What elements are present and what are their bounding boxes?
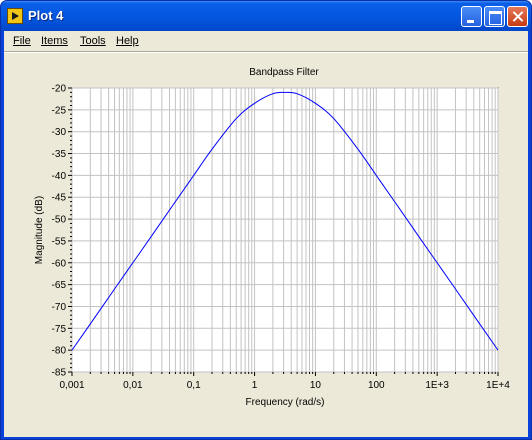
chart-title: Bandpass Filter <box>249 67 319 78</box>
x-tick-label: 0,01 <box>123 380 143 391</box>
x-tick-labels: 0,001 0,01 0,1 1 10 100 1E+3 1E+4 <box>59 380 510 391</box>
minimize-button[interactable] <box>461 6 482 27</box>
y-tick-label: -45 <box>52 193 67 204</box>
y-tick-label: -20 <box>52 84 67 95</box>
x-axis-label: Frequency (rad/s) <box>246 397 325 408</box>
y-tick-label: -60 <box>52 258 67 269</box>
x-tick-label: 1E+4 <box>486 380 510 391</box>
x-tick-label: 100 <box>368 380 385 391</box>
y-tick-label: -85 <box>52 368 67 379</box>
y-tick-label: -65 <box>52 280 67 291</box>
y-tick-label: -80 <box>52 346 67 357</box>
x-tick-label: 0,001 <box>59 380 84 391</box>
y-tick-label: -75 <box>52 324 67 335</box>
plot-window: Plot 4 File Items Tools Help Bandpass Fi… <box>0 0 532 440</box>
y-tick-label: -35 <box>52 149 67 160</box>
y-tick-label: -40 <box>52 171 67 182</box>
title-bar[interactable]: Plot 4 <box>1 1 531 31</box>
y-tick-label: -55 <box>52 236 67 247</box>
x-tick-label: 1E+3 <box>425 380 449 391</box>
window-client-area: File Items Tools Help Bandpass Filter 0,… <box>4 31 528 437</box>
x-tick-label: 0,1 <box>187 380 201 391</box>
labview-app-icon[interactable] <box>7 8 23 24</box>
y-tick-label: -30 <box>52 127 67 138</box>
y-tick-labels: -20 -25 -30 -35 -40 -45 -50 -55 -60 -65 -70 -75 -80 -… <box>52 84 67 379</box>
x-tick-label: 10 <box>310 380 322 391</box>
close-button[interactable] <box>507 6 528 27</box>
bode-magnitude-chart: Bandpass Filter 0,001 0,01 0,1 1 10 100 1E+3 1E… <box>34 67 510 408</box>
window-title: Plot 4 <box>28 8 64 23</box>
y-tick-label: -70 <box>52 302 67 313</box>
y-tick-label: -25 <box>52 105 67 116</box>
y-axis-label: Magnitude (dB) <box>34 196 45 264</box>
x-tick-label: 1 <box>252 380 258 391</box>
maximize-button[interactable] <box>484 6 505 27</box>
y-tick-label: -50 <box>52 215 67 226</box>
